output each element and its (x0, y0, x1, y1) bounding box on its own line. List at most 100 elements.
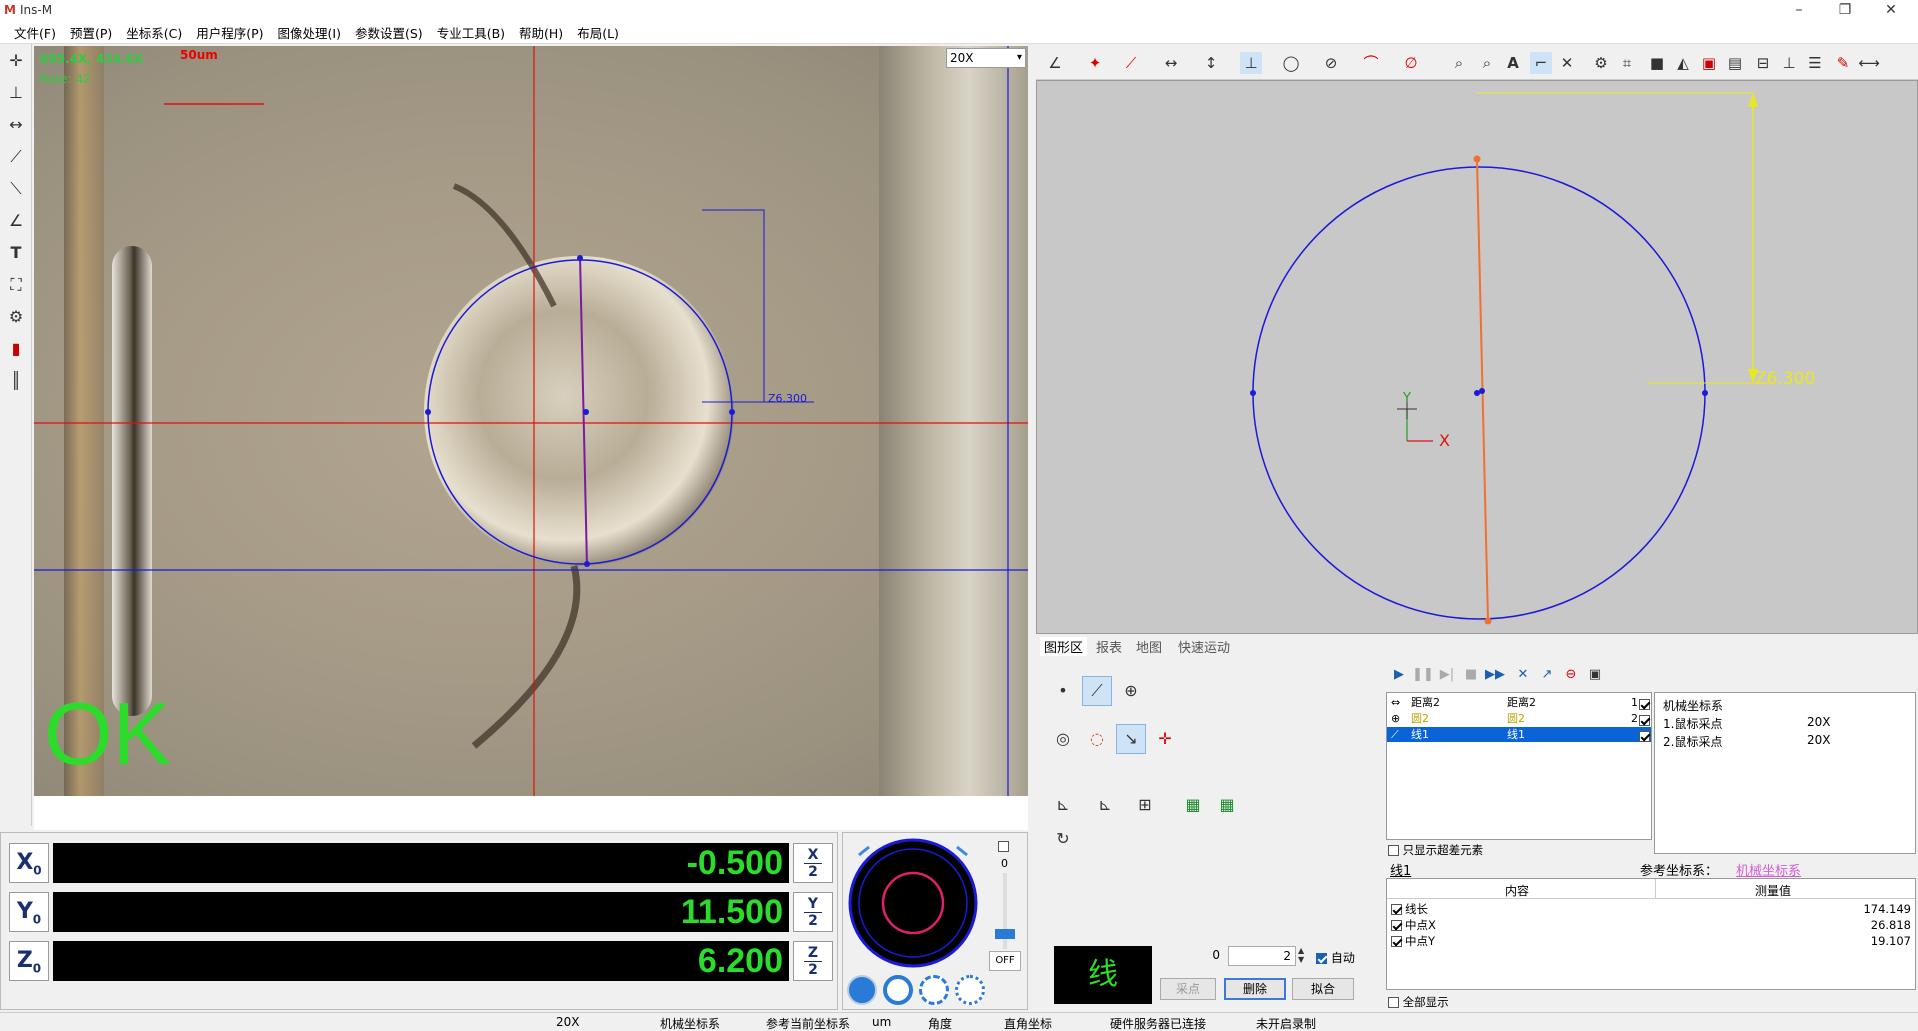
list-item-selected[interactable]: ⟋ 线1 线1 (1387, 727, 1651, 742)
record-icon[interactable]: ▮ (3, 336, 29, 362)
spinner-arrows-icon[interactable]: ▲ ▼ (1298, 946, 1304, 964)
ref-coordinate-link[interactable]: 机械坐标系 (1736, 860, 1801, 879)
point-tool-icon[interactable]: ✦ (1084, 52, 1106, 74)
axis-align-icon[interactable]: ✕ (1556, 52, 1578, 74)
pin-icon[interactable]: ✎ (1832, 52, 1854, 74)
circle-element-icon[interactable]: ⊕ (1116, 676, 1146, 706)
horizontal-distance-icon[interactable]: ↔ (1160, 52, 1182, 74)
menu-preset[interactable]: 预置(P) (70, 23, 112, 42)
diameter-tool-icon[interactable]: ∅ (1400, 52, 1422, 74)
step-icon[interactable]: ▶| (1436, 664, 1458, 686)
fill-icon[interactable]: ■ (1646, 52, 1668, 74)
save-icon[interactable]: ▣ (1698, 52, 1720, 74)
table-row[interactable]: 中点Y 19.107 (1387, 933, 1915, 949)
vertical-distance-icon[interactable]: ↕ (1200, 52, 1222, 74)
text-tool-icon[interactable]: T (3, 240, 29, 266)
ring-light-dial[interactable] (847, 837, 979, 969)
point-count-spinner[interactable]: 2 (1228, 946, 1296, 966)
axis-set-icon[interactable]: ⊾ (1090, 790, 1120, 820)
tab-quick-move[interactable]: 快速运动 (1178, 637, 1230, 656)
z-half-button[interactable]: Z2 (793, 941, 833, 981)
xyz-icon[interactable]: ↗ (1536, 664, 1558, 686)
horizontal-measure-icon[interactable]: ↔ (3, 112, 29, 138)
settings-gear-icon[interactable]: ⚙ (1590, 52, 1612, 74)
menu-pro-tools[interactable]: 专业工具(B) (437, 23, 505, 42)
light-slider-handle[interactable] (995, 929, 1015, 940)
only-out-of-tol-checkbox[interactable]: 只显示超差元素 (1388, 842, 1483, 858)
camera-snapshot-icon[interactable]: ▣ (1584, 664, 1606, 686)
table-icon[interactable]: ▤ (1724, 52, 1746, 74)
fullscreen-icon[interactable]: ⛶ (3, 272, 29, 298)
show-all-checkbox[interactable]: 全部显示 (1388, 994, 1449, 1010)
y-half-button[interactable]: Y2 (793, 892, 833, 932)
coordinate-icon[interactable]: ⌗ (1616, 52, 1638, 74)
vertical-measure-icon[interactable]: ⊥ (3, 80, 29, 106)
origin-set-icon[interactable]: ⊾ (1048, 790, 1078, 820)
menu-image-processing[interactable]: 图像处理(I) (278, 23, 341, 42)
sample-point-button[interactable]: 采点 (1160, 978, 1216, 1000)
menu-help[interactable]: 帮助(H) (519, 23, 563, 42)
dimension-line-icon[interactable]: ⟷ (1858, 52, 1880, 74)
quad-light-button[interactable] (919, 975, 949, 1005)
maximize-button[interactable]: ❐ (1822, 0, 1868, 22)
ring-light-button[interactable] (847, 975, 877, 1005)
export-excel-icon[interactable]: ▦ (1178, 790, 1208, 820)
menu-coordinate[interactable]: 坐标系(C) (126, 23, 182, 42)
coaxial-light-button[interactable] (883, 975, 913, 1005)
align-center-icon[interactable]: ⊟ (1752, 52, 1774, 74)
menu-layout[interactable]: 布局(L) (577, 23, 619, 42)
fit-button[interactable]: 拟合 (1292, 978, 1354, 1000)
barcode-icon[interactable]: ║ (3, 368, 29, 394)
tab-report[interactable]: 报表 (1096, 637, 1122, 656)
angle-tool-icon[interactable]: ∠ (1044, 52, 1066, 74)
pause-icon[interactable]: ❚❚ (1412, 664, 1434, 686)
delete-all-icon[interactable]: ⊖ (1560, 664, 1582, 686)
circle-no-icon[interactable]: ⊘ (1320, 52, 1342, 74)
z-axis-label[interactable]: Z0 (9, 941, 49, 981)
angle-tool-icon[interactable]: ∠ (3, 208, 29, 234)
table-row[interactable]: 中点X 26.818 (1387, 917, 1915, 933)
arc-element-icon[interactable]: ◌ (1082, 724, 1112, 754)
list-item[interactable]: ⇔ 距离2 距离2 1 (1387, 695, 1651, 710)
hatch-icon[interactable]: ☰ (1804, 52, 1826, 74)
list-item[interactable]: ⊕ 圆2 圆2 2 (1387, 711, 1651, 726)
point-line-distance-icon[interactable]: ⊥ (1240, 52, 1262, 74)
y-axis-tool-icon[interactable]: ⟍ (3, 176, 29, 202)
stop-icon[interactable]: ■ (1460, 664, 1482, 686)
play-icon[interactable]: ▶ (1388, 664, 1410, 686)
origin-icon[interactable]: ⌐ (1530, 52, 1552, 74)
settings-gear-icon[interactable]: ⚙ (3, 304, 29, 330)
line-element-icon[interactable]: ⟋ (1082, 676, 1112, 706)
element-list[interactable]: ⇔ 距离2 距离2 1 ⊕ 圆2 圆2 2 ⟋ 线1 线1 (1386, 692, 1652, 840)
close-button[interactable]: ✕ (1868, 0, 1914, 22)
zoom-fit-icon[interactable]: ⌕ (1476, 52, 1498, 74)
menu-user-program[interactable]: 用户程序(P) (196, 23, 263, 42)
sector-light-button[interactable] (955, 975, 985, 1005)
tab-map[interactable]: 地图 (1136, 637, 1162, 656)
graphics-area[interactable]: Z6.300 X Y (1036, 80, 1918, 634)
delete-button[interactable]: 删除 (1224, 978, 1286, 1000)
auto-edge-icon[interactable]: ↘ (1116, 724, 1146, 754)
x-half-button[interactable]: X2 (793, 843, 833, 883)
circle-tool-icon[interactable]: ◯ (1280, 52, 1302, 74)
line-tool-icon[interactable]: ⟋ (1120, 52, 1142, 74)
minimize-button[interactable]: – (1776, 0, 1822, 22)
ring-element-icon[interactable]: ◎ (1048, 724, 1078, 754)
x-axis-label[interactable]: X0 (9, 843, 49, 883)
text-annotation-icon[interactable]: A (1502, 52, 1524, 74)
coordinate-save-icon[interactable]: ⊞ (1130, 790, 1160, 820)
table-row[interactable]: 线长 174.149 (1387, 901, 1915, 917)
tools-icon[interactable]: ✕ (1512, 664, 1534, 686)
menu-parameters[interactable]: 参数设置(S) (355, 23, 423, 42)
align-base-icon[interactable]: ⊥ (1778, 52, 1800, 74)
tab-graphics[interactable]: 图形区 (1040, 637, 1088, 656)
x-axis-tool-icon[interactable]: ⟋ (3, 144, 29, 170)
zoom-select[interactable]: 20X ▾ (946, 48, 1026, 68)
cross-element-icon[interactable]: ✛ (1150, 724, 1180, 754)
export-excel-all-icon[interactable]: ▦ (1212, 790, 1242, 820)
y-axis-label[interactable]: Y0 (9, 892, 49, 932)
crosshair-icon[interactable]: ✛ (3, 48, 29, 74)
menu-file[interactable]: 文件(F) (14, 23, 56, 42)
camera-view[interactable]: Z6.300 (34, 46, 1028, 796)
light-enable-checkbox[interactable] (998, 839, 1009, 853)
